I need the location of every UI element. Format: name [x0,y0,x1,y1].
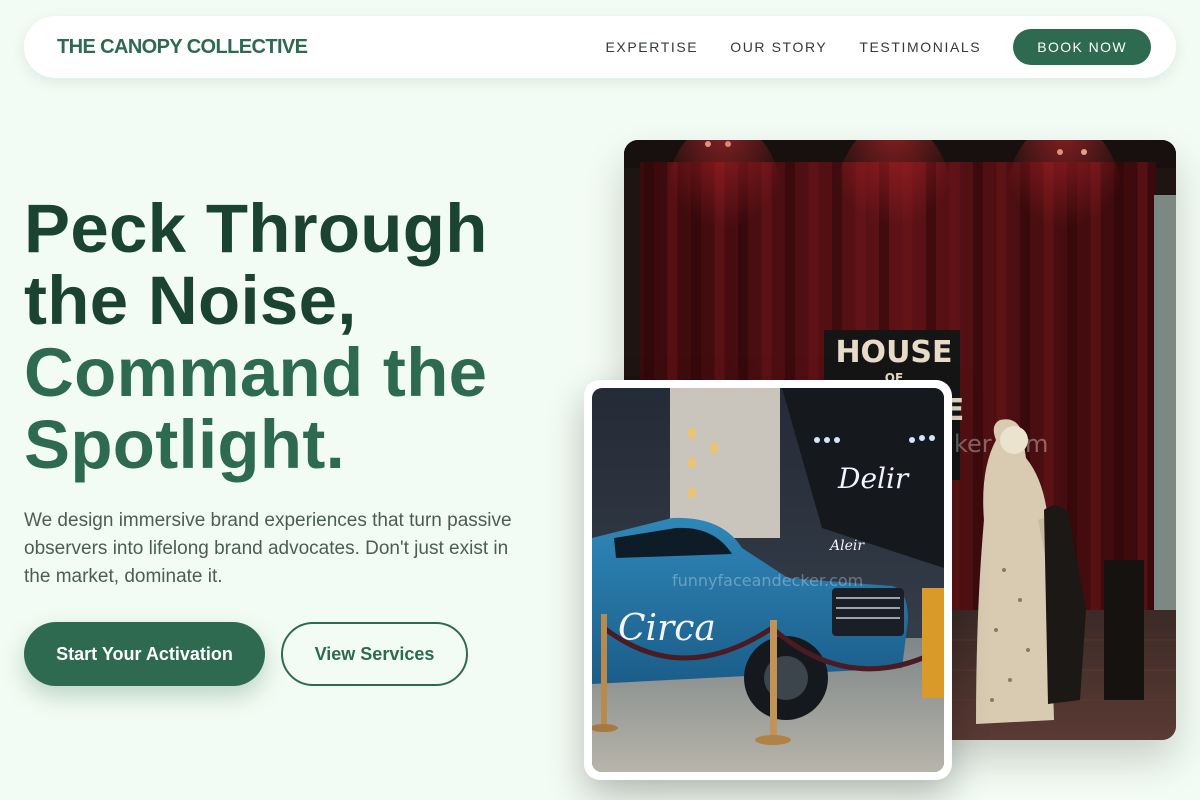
headline-line-1: Peck Through [24,190,488,267]
nav-link-testimonials[interactable]: TESTIMONIALS [859,39,981,55]
house-sign-line-1: HOUSE [835,335,952,370]
truck-brand-text: Circa [618,608,716,649]
view-services-button[interactable]: View Services [281,622,468,686]
headline-line-4: Spotlight. [24,406,346,483]
nav-link-expertise[interactable]: EXPERTISE [605,39,698,55]
top-navbar: THE CANOPY COLLECTIVE EXPERTISE OUR STOR… [24,16,1176,78]
nav-links: EXPERTISE OUR STORY TESTIMONIALS BOOK NO… [605,29,1151,65]
truck-showcase-photo-card: Delir Aleir Circa funnyfaceandecker.com [584,380,952,780]
headline-line-3: Command the [24,334,488,411]
nav-link-our-story[interactable]: OUR STORY [730,39,827,55]
neon-sign-text: Delir [837,462,910,495]
headline-line-2: the Noise, [24,262,357,339]
book-now-button[interactable]: BOOK NOW [1013,29,1151,65]
truck-illustration: Delir Aleir Circa funnyfaceandecker.com [592,388,944,772]
front-photo-watermark: funnyfaceandecker.com [672,571,863,590]
truck-photo: Delir Aleir Circa funnyfaceandecker.com [592,388,944,772]
hero-subtext: We design immersive brand experiences th… [24,510,512,587]
start-activation-button[interactable]: Start Your Activation [24,622,265,686]
hero-headline: Peck Through the Noise, Command the Spot… [24,193,584,481]
neon-sign-small: Aleir [828,538,865,554]
brand-logo-text[interactable]: THE CANOPY COLLECTIVE [57,36,308,59]
